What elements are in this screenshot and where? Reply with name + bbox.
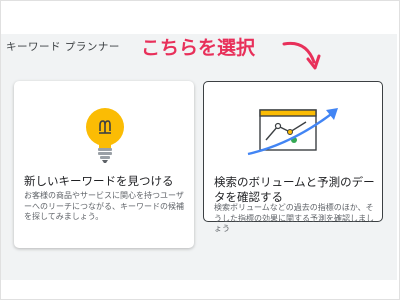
card-description-find-keywords: お客様の商品やサービスに関心を持つユーザーへのリーチにつながる、キーワードの候補… (24, 191, 184, 221)
page-title: キーワード プランナー (6, 41, 120, 53)
callout-annotation: こちらを選択 (141, 37, 256, 59)
find-keywords-card[interactable]: 新しいキーワードを見つける お客様の商品やサービスに関心を持つユーザーへのリーチ… (14, 81, 194, 248)
annotation-arrow-icon (282, 41, 321, 70)
lightbulb-icon (86, 108, 124, 163)
card-title-forecast: 検索のボリュームと予測のデータを確認する (214, 175, 375, 204)
chart-trend-icon (247, 108, 338, 156)
card-title-find-keywords: 新しいキーワードを見つける (24, 174, 174, 188)
forecast-volume-card[interactable]: 検索のボリュームと予測のデータを確認する 検索ボリュームなどの過去の指標のほか、… (203, 81, 383, 233)
card-description-forecast: 検索ボリュームなどの過去の指標のほか、そうした指標の効果に関する予測を確認しまし… (214, 203, 374, 233)
